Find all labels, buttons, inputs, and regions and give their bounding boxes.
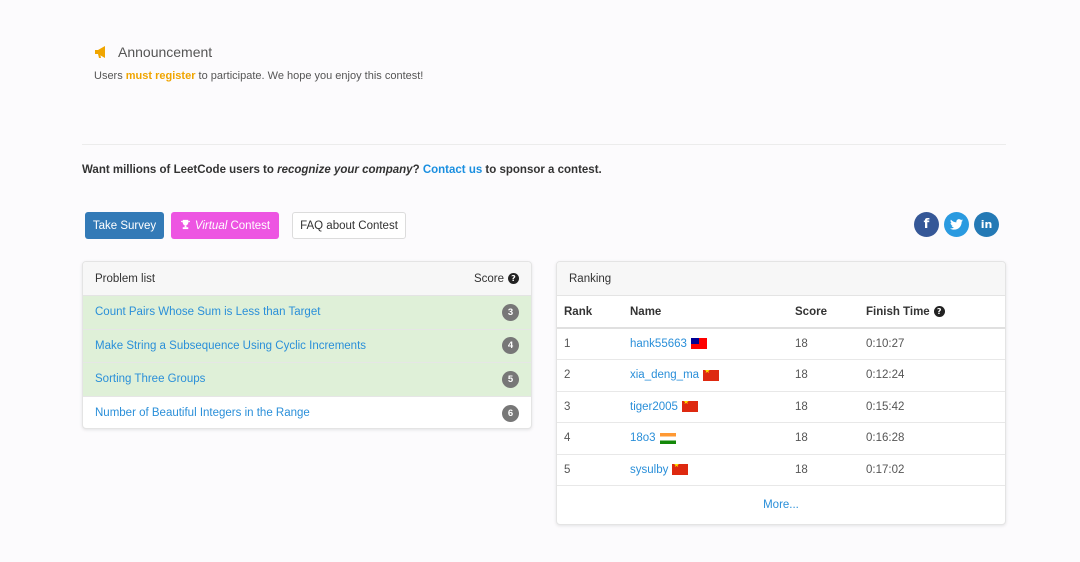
ranking-row: 5 sysulby 180:17:02	[557, 454, 1005, 486]
col-score: Score	[788, 296, 859, 329]
facebook-share-icon[interactable]: f	[914, 212, 939, 237]
twitter-share-icon[interactable]	[944, 212, 969, 237]
announcement-text-end: to participate. We hope you enjoy this c…	[195, 70, 424, 82]
name-cell: hank55663	[623, 328, 788, 360]
score-cell: 18	[788, 454, 859, 486]
question-circle-icon[interactable]: ?	[933, 306, 945, 317]
col-rank: Rank	[557, 296, 623, 329]
rank-cell: 2	[557, 359, 623, 392]
score-cell: 18	[788, 359, 859, 392]
faq-label: FAQ about Contest	[300, 219, 398, 232]
name-cell: tiger2005	[623, 391, 788, 423]
announcement: Announcement Users must register to part…	[94, 44, 423, 82]
finish-time-label: Finish Time	[866, 305, 930, 318]
problem-score-badge: 6	[502, 404, 519, 422]
faq-contest-button[interactable]: FAQ about Contest	[292, 212, 406, 239]
take-survey-label: Take Survey	[92, 219, 157, 232]
problem-score-badge: 5	[502, 370, 519, 388]
user-link[interactable]: xia_deng_ma	[630, 369, 699, 381]
linkedin-glyph: in	[980, 218, 993, 231]
announcement-text: Users must register to participate. We h…	[94, 70, 423, 82]
score-header: Score ?	[474, 273, 519, 285]
virtual-label-em: Virtual	[194, 219, 228, 232]
country-flag-icon	[703, 369, 720, 381]
ranking-columns: Rank Name Score Finish Time?	[557, 296, 1005, 329]
announcement-text-start: Users	[94, 70, 126, 82]
ranking-table: Rank Name Score Finish Time? 1 hank55663 1…	[557, 296, 1005, 486]
rank-cell: 5	[557, 454, 623, 486]
finish-time-cell: 0:12:24	[859, 359, 1005, 392]
country-flag-icon	[672, 464, 689, 476]
announcement-header: Announcement	[94, 44, 423, 60]
name-cell: xia_deng_ma	[623, 359, 788, 392]
name-cell: sysulby	[623, 454, 788, 486]
col-finish-time: Finish Time?	[859, 296, 1005, 329]
finish-time-cell: 0:10:27	[859, 328, 1005, 360]
question-circle-icon[interactable]: ?	[508, 273, 519, 284]
virtual-label-rest: Contest	[227, 219, 271, 232]
more-ranking-link[interactable]: More...	[557, 486, 1005, 511]
problem-list-panel: Problem list Score ? Count Pairs Whose S…	[82, 261, 532, 429]
score-cell: 18	[788, 328, 859, 360]
name-cell: 18o3	[623, 422, 788, 455]
sponsor-emphasis: recognize your company	[277, 164, 413, 176]
announcement-title: Announcement	[118, 44, 213, 60]
rank-cell: 1	[557, 328, 623, 360]
ranking-panel: Ranking Rank Name Score Finish Time? 1 ha…	[556, 261, 1006, 525]
ranking-header: Ranking	[557, 262, 1005, 296]
problem-score-badge: 3	[502, 303, 519, 321]
rank-cell: 3	[557, 391, 623, 423]
col-name: Name	[623, 296, 788, 329]
country-flag-icon	[681, 401, 698, 413]
user-link[interactable]: sysulby	[630, 464, 668, 476]
problem-row[interactable]: Sorting Three Groups 5	[83, 363, 531, 397]
ranking-row: 2 xia_deng_ma 180:12:24	[557, 359, 1005, 392]
problem-row[interactable]: Count Pairs Whose Sum is Less than Targe…	[83, 296, 531, 330]
score-cell: 18	[788, 391, 859, 423]
trophy-icon	[180, 219, 191, 233]
virtual-contest-button[interactable]: Virtual Contest	[171, 212, 279, 239]
ranking-row: 1 hank55663 18 0:10:27	[557, 328, 1005, 360]
problem-rows: Count Pairs Whose Sum is Less than Targe…	[83, 296, 531, 429]
score-cell: 18	[788, 422, 859, 455]
country-flag-icon	[690, 338, 707, 350]
problem-score-badge: 4	[502, 337, 519, 355]
ranking-rows: 1hank55663180:10:272xia_deng_ma180:12:24…	[557, 328, 1005, 486]
user-link[interactable]: hank55663	[630, 338, 687, 350]
sponsor-text-end: to sponsor a contest.	[482, 164, 602, 176]
ranking-row: 3 tiger2005 180:15:42	[557, 391, 1005, 423]
problem-list-header: Problem list Score ?	[83, 262, 531, 296]
score-label: Score	[473, 272, 504, 285]
user-link[interactable]: 18o3	[630, 432, 656, 444]
problem-title-link[interactable]: Sorting Three Groups	[95, 373, 205, 385]
contact-us-link[interactable]: Contact us	[423, 164, 482, 176]
must-register-highlight: must register	[125, 70, 196, 82]
sponsor-text-middle: ?	[412, 164, 423, 176]
ranking-title: Ranking	[569, 272, 612, 285]
take-survey-button[interactable]: Take Survey	[85, 212, 164, 239]
megaphone-icon	[94, 45, 110, 59]
sponsor-text-start: Want millions of LeetCode users to	[82, 164, 278, 176]
divider	[82, 144, 1006, 145]
twitter-bird-icon	[950, 219, 963, 230]
problem-title-link[interactable]: Make String a Subsequence Using Cyclic I…	[95, 340, 366, 352]
ranking-row: 4 18o3 18 0:16:28	[557, 422, 1005, 455]
problem-title-link[interactable]: Count Pairs Whose Sum is Less than Targe…	[95, 306, 320, 318]
facebook-glyph: f	[923, 217, 930, 232]
sponsor-text: Want millions of LeetCode users to recog…	[82, 164, 602, 176]
problem-title-link[interactable]: Number of Beautiful Integers in the Rang…	[95, 407, 310, 419]
virtual-contest-label: Virtual Contest	[195, 220, 270, 232]
finish-time-cell: 0:15:42	[859, 391, 1005, 423]
problem-list-title: Problem list	[95, 272, 156, 285]
linkedin-share-icon[interactable]: in	[974, 212, 999, 237]
problem-row[interactable]: Number of Beautiful Integers in the Rang…	[83, 397, 531, 429]
country-flag-icon	[659, 432, 676, 444]
rank-cell: 4	[557, 422, 623, 455]
user-link[interactable]: tiger2005	[630, 401, 678, 413]
finish-time-cell: 0:16:28	[859, 422, 1005, 455]
problem-row[interactable]: Make String a Subsequence Using Cyclic I…	[83, 329, 531, 363]
finish-time-cell: 0:17:02	[859, 454, 1005, 486]
